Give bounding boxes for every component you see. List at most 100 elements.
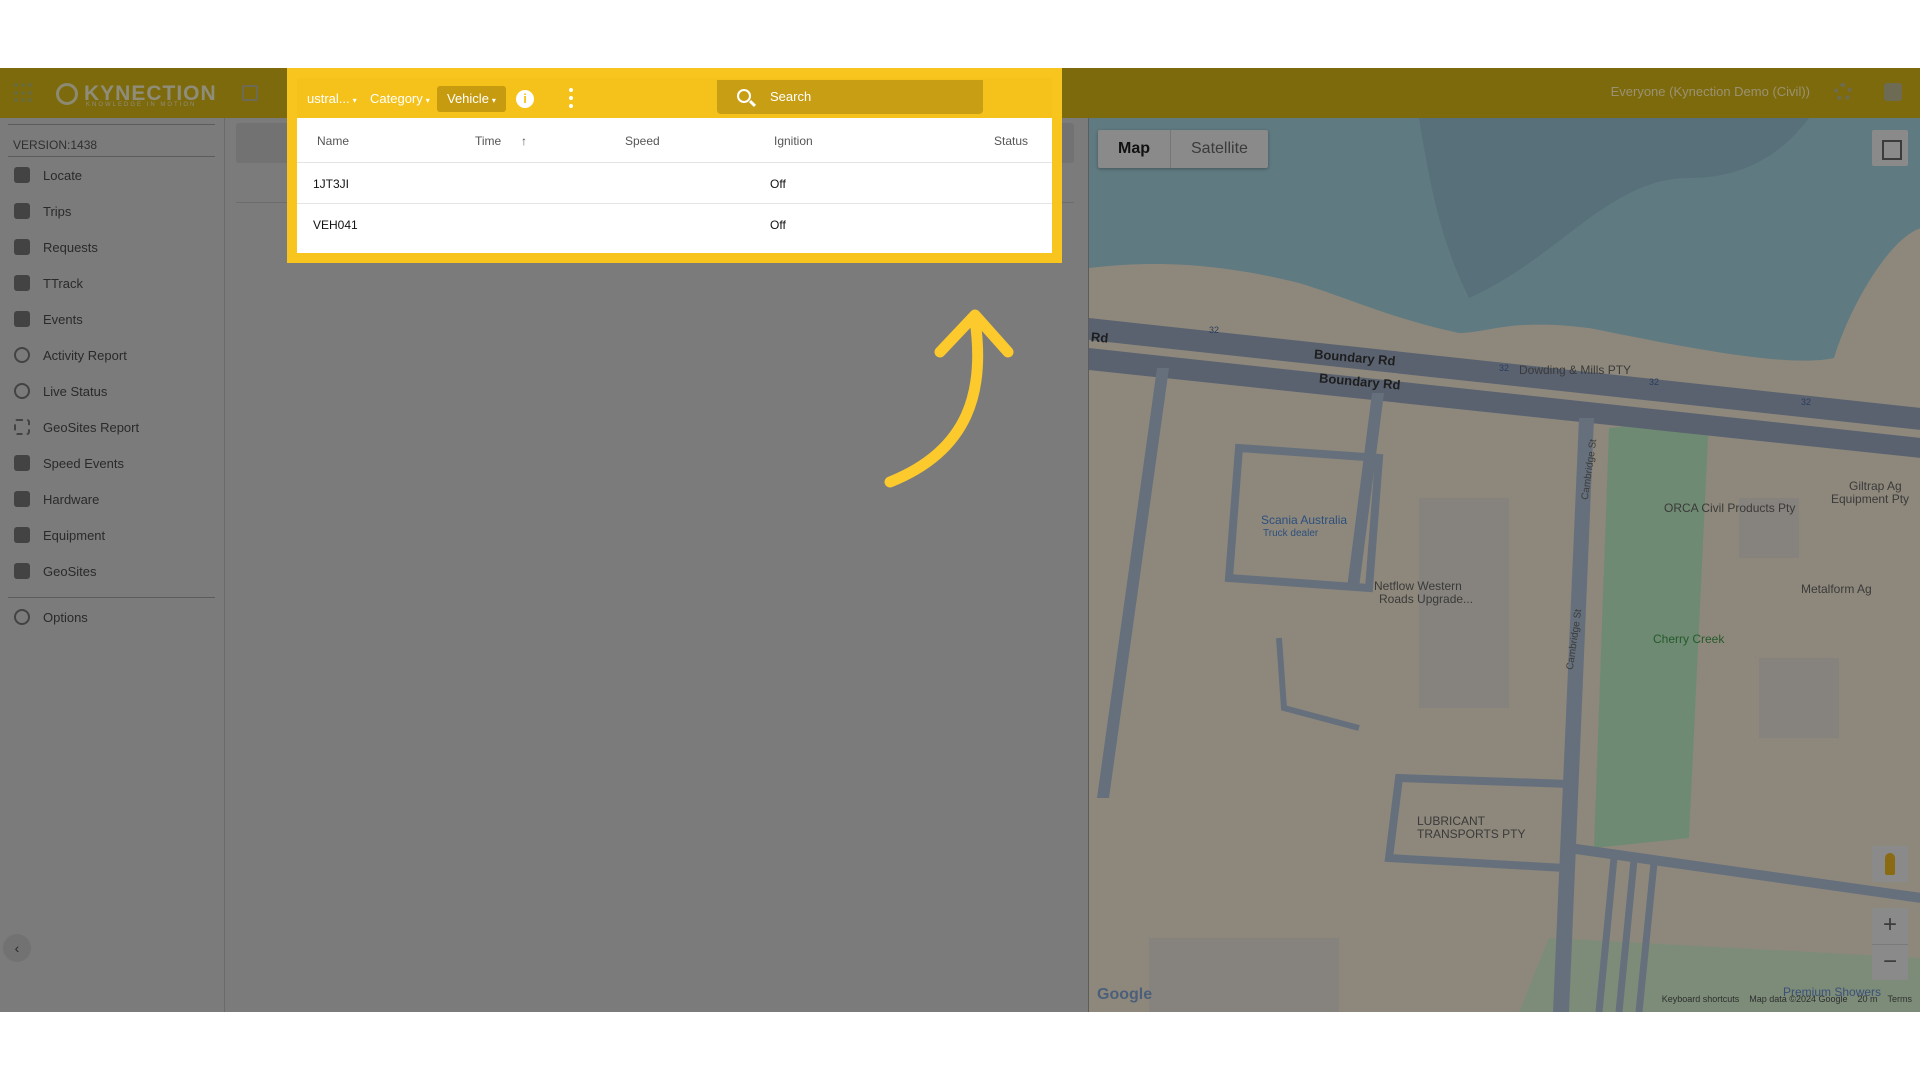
sidebar-item-label: Hardware: [43, 491, 100, 507]
filter-toolbar: ustral... ▾ Category ▾ Vehicle ▾ i Search: [297, 78, 1052, 118]
sidebar-item-geosites-report[interactable]: GeoSites Report: [0, 412, 224, 442]
poi-label: Truck dealer: [1263, 528, 1319, 539]
map-canvas[interactable]: [1089, 118, 1920, 1012]
table-row[interactable]: 1JT3JI Off: [297, 162, 1052, 203]
sidebar-item-label: Locate: [43, 167, 83, 183]
vehicle-name: VEH041: [313, 218, 358, 232]
region-filter-dropdown[interactable]: ustral... ▾: [297, 86, 367, 112]
info-icon[interactable]: i: [516, 90, 534, 108]
poi-label[interactable]: Cherry Creek: [1653, 633, 1724, 646]
route-shield: 32: [1499, 363, 1510, 373]
trips-icon: [14, 203, 30, 219]
sort-arrow-icon[interactable]: ↑: [521, 134, 527, 148]
poi-label[interactable]: Scania Australia: [1261, 514, 1347, 527]
street-view-pegman-icon[interactable]: [1872, 846, 1908, 882]
column-header-ignition[interactable]: Ignition: [774, 134, 813, 148]
gear-icon: [14, 609, 30, 625]
sidebar-item-label: Events: [43, 311, 83, 327]
column-header-time[interactable]: Time: [475, 134, 501, 148]
sidebar-item-label: Options: [43, 609, 88, 625]
search-icon: [737, 89, 751, 103]
ttrack-icon: [14, 275, 30, 291]
sidebar-item-events[interactable]: Events: [0, 304, 224, 334]
sidebar-item-label: Speed Events: [43, 455, 124, 471]
column-header-name[interactable]: Name: [317, 134, 349, 148]
column-header-speed[interactable]: Speed: [625, 134, 660, 148]
sidebar-item-requests[interactable]: Requests: [0, 232, 224, 262]
route-shield: 32: [1649, 377, 1660, 387]
sidebar-item-activity-report[interactable]: Activity Report: [0, 340, 224, 370]
logo-tagline: KNOWLEDGE IN MOTION: [86, 102, 197, 108]
poi-label: TRANSPORTS PTY: [1417, 827, 1526, 841]
wrench-icon: [14, 491, 30, 507]
user-account-icon[interactable]: [1884, 83, 1902, 101]
gear-icon[interactable]: [1834, 83, 1852, 101]
vehicle-name: 1JT3JI: [313, 177, 350, 191]
column-header-status[interactable]: Status: [994, 134, 1028, 148]
vehicle-filter-dropdown[interactable]: Vehicle ▾: [437, 86, 506, 112]
collapse-sidebar-button[interactable]: ‹: [3, 934, 31, 962]
chevron-down-icon: ▾: [352, 96, 357, 105]
map-type-satellite-button[interactable]: Satellite: [1170, 130, 1268, 168]
sidebar-item-label: Live Status: [43, 383, 108, 399]
keyboard-shortcuts-link[interactable]: Keyboard shortcuts: [1662, 994, 1740, 1004]
more-vertical-icon[interactable]: [569, 88, 573, 108]
road-label: Rd: [1090, 329, 1109, 346]
table-row[interactable]: VEH041 Off: [297, 203, 1052, 244]
map-data-attribution: Map data ©2024 Google: [1749, 994, 1848, 1004]
vehicle-list-highlight: ustral... ▾ Category ▾ Vehicle ▾ i Search N…: [287, 68, 1062, 263]
vehicle-ignition: Off: [770, 218, 786, 232]
chevron-down-icon: ▾: [491, 96, 496, 105]
zoom-controls: + −: [1872, 908, 1908, 980]
map-icon: [14, 167, 30, 183]
search-input[interactable]: Search: [717, 80, 983, 114]
apps-grid-icon[interactable]: [14, 83, 34, 103]
vehicle-ignition: Off: [770, 177, 786, 191]
sidebar-item-label: TTrack: [43, 275, 83, 291]
version-label: VERSION:1438: [13, 138, 98, 152]
search-placeholder: Search: [770, 89, 812, 104]
chevron-down-icon: ▾: [425, 96, 430, 105]
excavator-icon: [14, 527, 30, 543]
terms-link[interactable]: Terms: [1888, 994, 1913, 1004]
sidebar-item-speed-events[interactable]: Speed Events: [0, 448, 224, 478]
person-pin-icon: [14, 347, 30, 363]
map-type-map-button[interactable]: Map: [1098, 130, 1170, 168]
road-icon: [14, 455, 30, 471]
zoom-in-button[interactable]: +: [1872, 908, 1908, 944]
logo: KYNECTION KNOWLEDGE IN MOTION: [56, 80, 217, 108]
chevron-left-icon: ‹: [14, 940, 20, 956]
sidebar-divider: [8, 156, 215, 157]
sidebar-item-hardware[interactable]: Hardware: [0, 484, 224, 514]
account-selector[interactable]: Everyone (Kynection Demo (Civil)): [1611, 84, 1810, 99]
map-footer: Keyboard shortcuts Map data ©2024 Google…: [1662, 994, 1912, 1004]
sidebar-item-ttrack[interactable]: TTrack: [0, 268, 224, 298]
poi-label[interactable]: Metalform Ag: [1801, 583, 1872, 596]
fullscreen-icon[interactable]: [1872, 130, 1908, 166]
map-scale[interactable]: 20 m: [1857, 994, 1877, 1004]
map-view[interactable]: Rd Boundary Rd Boundary Rd Dowding & Mil…: [1088, 118, 1920, 1012]
sidebar-item-options[interactable]: Options: [0, 602, 224, 632]
sidebar-item-live-status[interactable]: Live Status: [0, 376, 224, 406]
sidebar-item-label: Trips: [43, 203, 72, 219]
star-icon: [14, 563, 30, 579]
sidebar-divider: [8, 597, 215, 598]
events-icon: [14, 311, 30, 327]
poi-label: Dowding & Mills PTY: [1519, 363, 1632, 377]
sidebar-item-geosites[interactable]: GeoSites: [0, 556, 224, 586]
sidebar-item-locate[interactable]: Locate: [0, 160, 224, 190]
sidebar-item-equipment[interactable]: Equipment: [0, 520, 224, 550]
sidebar-item-label: Requests: [43, 239, 98, 255]
sidebar-item-label: GeoSites: [43, 563, 97, 579]
sidebar-item-label: Equipment: [43, 527, 106, 543]
route-shield: 32: [1801, 397, 1812, 407]
poi-label: Roads Upgrade...: [1379, 592, 1474, 606]
poi-label[interactable]: ORCA Civil Products Pty: [1664, 502, 1795, 515]
sidebar-item-label: GeoSites Report: [43, 419, 140, 435]
table-header: Name Time ↑ Speed Ignition Status: [297, 118, 1052, 162]
google-logo: Google: [1097, 986, 1153, 1003]
zoom-out-button[interactable]: −: [1872, 944, 1908, 980]
category-filter-dropdown[interactable]: Category ▾: [360, 86, 440, 112]
map-view-icon[interactable]: [242, 85, 258, 101]
sidebar-item-trips[interactable]: Trips: [0, 196, 224, 226]
